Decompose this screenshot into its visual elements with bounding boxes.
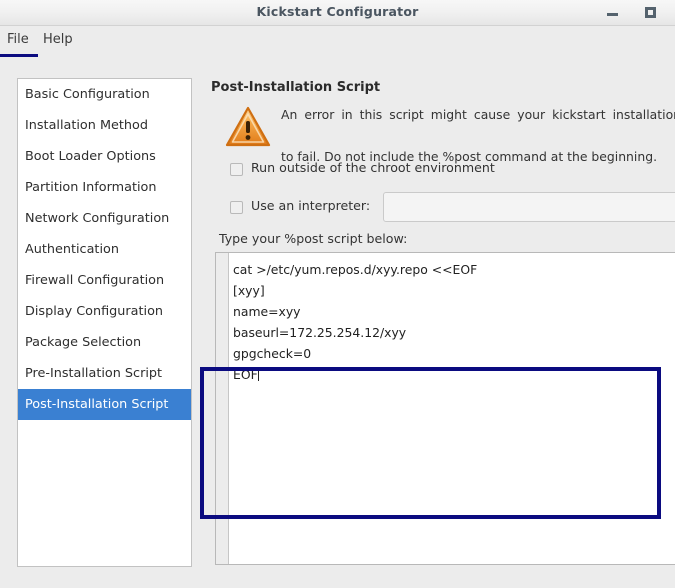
- content-area: Basic Configuration Installation Method …: [0, 57, 675, 588]
- minimize-icon: [607, 13, 618, 16]
- script-textarea-label: Type your %post script below:: [219, 231, 408, 246]
- script-textarea-content: cat >/etc/yum.repos.d/xyy.repo <<EOF [xy…: [233, 262, 478, 382]
- maximize-button[interactable]: [637, 0, 663, 26]
- interpreter-checkbox-label[interactable]: Use an interpreter:: [251, 198, 370, 213]
- chroot-checkbox-label[interactable]: Run outside of the chroot environment: [251, 160, 495, 175]
- menu-item-file[interactable]: File: [7, 32, 29, 47]
- warning-triangle-icon: [225, 106, 271, 147]
- interpreter-input[interactable]: [383, 192, 675, 222]
- sidebar-item-post-installation-script[interactable]: Post-Installation Script: [18, 389, 191, 420]
- textarea-gutter: [216, 253, 229, 564]
- sidebar-item-package-selection[interactable]: Package Selection: [18, 327, 191, 358]
- kickstart-configurator-window: Kickstart Configurator File Help Basic C…: [0, 0, 675, 588]
- window-title: Kickstart Configurator: [256, 4, 419, 19]
- sidebar-item-network-configuration[interactable]: Network Configuration: [18, 203, 191, 234]
- title-bar: Kickstart Configurator: [0, 0, 675, 26]
- warning-message-line-1: An error in this script might cause your…: [281, 107, 675, 122]
- menu-bar: File Help: [0, 26, 675, 86]
- sidebar-item-partition-information[interactable]: Partition Information: [18, 172, 191, 203]
- text-cursor: [257, 367, 259, 381]
- sidebar-item-boot-loader-options[interactable]: Boot Loader Options: [18, 141, 191, 172]
- sidebar-item-pre-installation-script[interactable]: Pre-Installation Script: [18, 358, 191, 389]
- maximize-icon: [645, 7, 656, 18]
- warning-banner: An error in this script might cause your…: [211, 102, 675, 164]
- script-textarea-container[interactable]: cat >/etc/yum.repos.d/xyy.repo <<EOF [xy…: [215, 252, 675, 565]
- main-panel: Post-Installation Script An error in thi…: [204, 57, 675, 588]
- interpreter-checkbox[interactable]: [230, 201, 243, 214]
- minimize-button[interactable]: [600, 0, 626, 26]
- page-title: Post-Installation Script: [211, 80, 381, 95]
- sidebar-item-firewall-configuration[interactable]: Firewall Configuration: [18, 265, 191, 296]
- menu-item-help[interactable]: Help: [43, 32, 73, 47]
- warning-message: An error in this script might cause your…: [281, 104, 675, 167]
- sidebar-item-basic-configuration[interactable]: Basic Configuration: [18, 79, 191, 110]
- sidebar-item-authentication[interactable]: Authentication: [18, 234, 191, 265]
- sidebar-navigation-list[interactable]: Basic Configuration Installation Method …: [17, 78, 192, 567]
- sidebar-item-display-configuration[interactable]: Display Configuration: [18, 296, 191, 327]
- script-textarea[interactable]: cat >/etc/yum.repos.d/xyy.repo <<EOF [xy…: [230, 253, 675, 564]
- chroot-checkbox[interactable]: [230, 163, 243, 176]
- sidebar-item-installation-method[interactable]: Installation Method: [18, 110, 191, 141]
